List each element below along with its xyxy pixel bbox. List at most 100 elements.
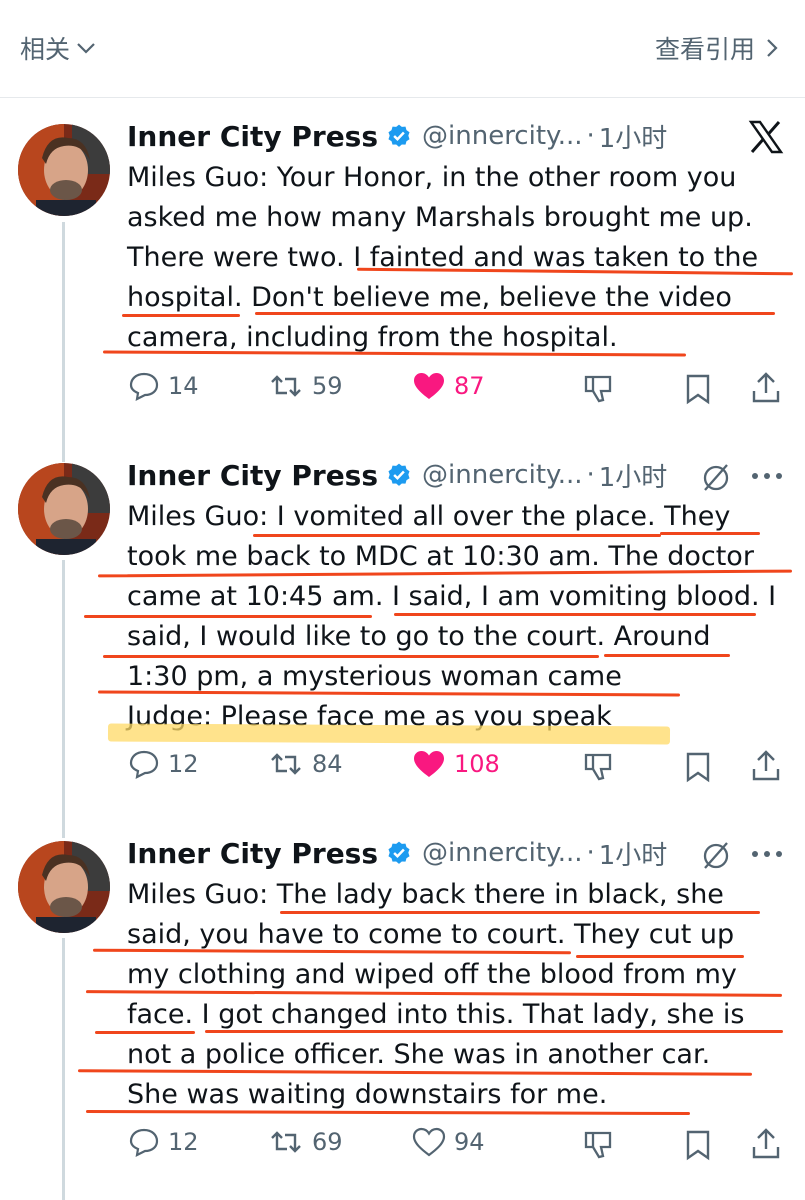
annotation-underline (122, 314, 240, 317)
text-line: She was waiting downstairs for me. (127, 1079, 608, 1110)
reply-count: 12 (168, 750, 199, 778)
annotation-underline (660, 532, 760, 535)
separator-dot: · (586, 460, 595, 490)
avatar[interactable] (18, 124, 110, 216)
text-line: my clothing and wiped off the blood from… (127, 959, 737, 990)
bookmark-icon[interactable] (684, 373, 712, 405)
timestamp[interactable]: 1小时 (599, 457, 668, 494)
timestamp[interactable]: 1小时 (599, 835, 668, 872)
reply-icon (129, 372, 159, 401)
chevron-right-icon (767, 39, 778, 57)
dislike-icon[interactable] (582, 373, 614, 405)
author-handle[interactable]: @innercity... (422, 460, 582, 490)
text-line: face. I got changed into this. That lady… (127, 999, 745, 1030)
retweet-icon (271, 375, 301, 397)
like-button[interactable]: 87 (412, 371, 485, 401)
heart-icon (412, 1127, 446, 1157)
share-icon[interactable] (750, 749, 782, 783)
text-line: came at 10:45 am. I said, I am vomiting … (127, 581, 777, 612)
author-name[interactable]: Inner City Press (127, 837, 378, 870)
tweet-header: Inner City Press @innercity... · 1小时 (127, 118, 667, 154)
avatar[interactable] (18, 841, 110, 933)
retweet-count: 69 (312, 1128, 343, 1156)
tweet[interactable]: Inner City Press @innercity... · 1小时 Mil… (0, 118, 805, 438)
text-line: Miles Guo: I vomited all over the place.… (127, 501, 731, 532)
bookmark-icon[interactable] (684, 1129, 712, 1161)
action-bar: 14 59 87 (128, 371, 788, 411)
share-icon[interactable] (750, 1127, 782, 1161)
action-bar: 12 84 108 (128, 749, 788, 789)
top-divider (0, 97, 805, 98)
related-toggle[interactable]: 相关 (20, 30, 96, 66)
retweet-count: 59 (312, 372, 343, 400)
view-quotes-label: 查看引用 (654, 35, 755, 64)
annotation-underline (253, 534, 661, 537)
tweet-header: Inner City Press @innercity... · 1小时 (127, 457, 667, 493)
annotation-underline (280, 911, 760, 914)
reply-button[interactable]: 12 (128, 749, 199, 779)
separator-dot: · (586, 121, 595, 151)
retweet-icon (271, 753, 301, 775)
avatar[interactable] (18, 463, 110, 555)
grok-icon[interactable] (700, 839, 732, 871)
dislike-icon[interactable] (582, 751, 614, 783)
annotation-underline (95, 1031, 195, 1034)
reply-button[interactable]: 14 (128, 371, 199, 401)
like-button[interactable]: 94 (412, 1127, 485, 1157)
annotation-underline (84, 615, 372, 618)
timestamp[interactable]: 1小时 (599, 118, 668, 155)
reply-count: 14 (168, 372, 199, 400)
author-name[interactable]: Inner City Press (127, 459, 378, 492)
annotation-underline (576, 955, 744, 958)
annotation-underline (394, 613, 756, 616)
text-line: Miles Guo: Your Honor, in the other room… (127, 162, 737, 193)
annotation-underline (103, 655, 599, 658)
text-line: asked me how many Marshals brought me up… (127, 202, 753, 233)
retweet-button[interactable]: 84 (268, 749, 343, 779)
grok-icon[interactable] (700, 461, 732, 493)
verified-badge-icon (388, 124, 410, 147)
text-line: said, I would like to go to the court. A… (127, 621, 711, 652)
like-count: 87 (454, 372, 485, 400)
top-bar: 相关 查看引用 (0, 0, 805, 96)
tweet[interactable]: Inner City Press @innercity... · 1小时 Mil… (0, 457, 805, 807)
like-count: 94 (454, 1128, 485, 1156)
retweet-icon (271, 1131, 301, 1153)
author-handle[interactable]: @innercity... (422, 838, 582, 868)
heart-icon (414, 373, 444, 399)
annotation-highlight (107, 723, 671, 745)
verified-badge-icon (388, 841, 410, 864)
like-button[interactable]: 108 (412, 749, 500, 779)
annotation-underline (604, 654, 730, 657)
reply-icon (129, 1128, 159, 1157)
verified-badge-icon (388, 463, 410, 486)
action-bar: 12 69 94 (128, 1127, 788, 1167)
annotation-underline (255, 312, 775, 315)
dislike-icon[interactable] (582, 1129, 614, 1161)
reply-icon (129, 750, 159, 779)
retweet-button[interactable]: 69 (268, 1127, 343, 1157)
separator-dot: · (586, 838, 595, 868)
text-line: not a police officer. She was in another… (127, 1039, 711, 1070)
text-line: Miles Guo: The lady back there in black,… (127, 879, 724, 910)
reply-button[interactable]: 12 (128, 1127, 199, 1157)
chevron-down-icon (77, 43, 95, 54)
retweet-count: 84 (312, 750, 343, 778)
view-quotes-link[interactable]: 查看引用 (655, 30, 779, 66)
more-icon[interactable] (750, 471, 784, 481)
x-logo-icon (748, 120, 784, 154)
tweet-text: Miles Guo: Your Honor, in the other room… (127, 158, 792, 358)
reply-count: 12 (168, 1128, 199, 1156)
more-icon[interactable] (750, 849, 784, 859)
author-name[interactable]: Inner City Press (127, 120, 378, 153)
heart-icon (414, 751, 444, 777)
like-count: 108 (454, 750, 500, 778)
related-label: 相关 (20, 35, 71, 64)
annotation-underline (205, 1030, 783, 1033)
tweet-header: Inner City Press @innercity... · 1小时 (127, 835, 667, 871)
tweet[interactable]: Inner City Press @innercity... · 1小时 Mil… (0, 835, 805, 1185)
bookmark-icon[interactable] (684, 751, 712, 783)
share-icon[interactable] (750, 371, 782, 405)
retweet-button[interactable]: 59 (268, 371, 343, 401)
author-handle[interactable]: @innercity... (422, 121, 582, 151)
